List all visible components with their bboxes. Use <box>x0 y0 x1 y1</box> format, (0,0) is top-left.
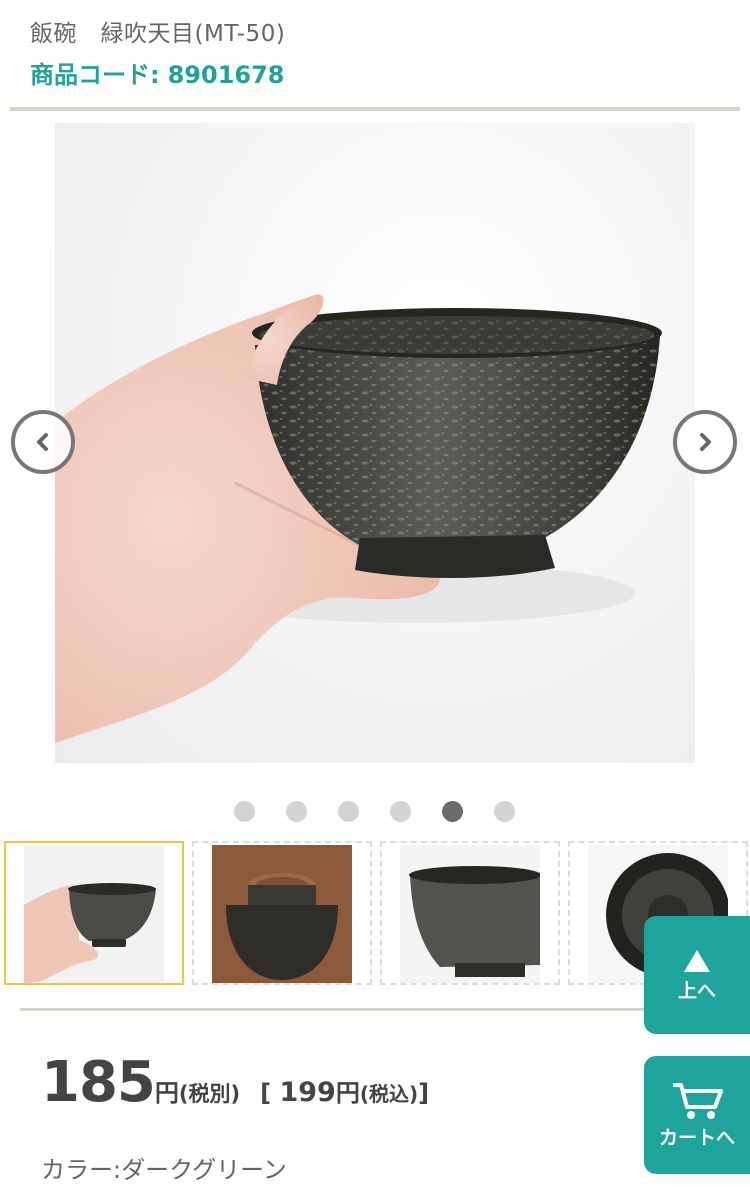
thumbnail-image <box>212 845 352 983</box>
cart-icon <box>673 1082 723 1119</box>
gallery-dot[interactable] <box>286 801 307 822</box>
price-incl-amount: 199 <box>279 1077 336 1108</box>
next-image-button[interactable] <box>673 410 737 474</box>
chevron-right-icon <box>700 433 711 451</box>
gallery-dot[interactable] <box>234 801 255 822</box>
price-incl-close: ] <box>418 1079 430 1107</box>
thumbnail-bowl-bottom[interactable] <box>192 841 372 985</box>
gallery-pagination <box>0 801 750 823</box>
thumbnail-hand-bowl[interactable] <box>4 841 184 985</box>
gallery-dot[interactable] <box>390 801 411 822</box>
price-incl-yen: 円 <box>335 1079 360 1107</box>
scroll-top-button[interactable]: 上へ <box>644 916 750 1034</box>
price-tax-incl: (税込) <box>359 1082 419 1106</box>
scroll-top-label: 上へ <box>677 979 716 1002</box>
price-incl-open: [ <box>260 1079 280 1107</box>
go-to-cart-label: カートへ <box>658 1126 735 1149</box>
triangle-up-icon <box>684 949 710 972</box>
product-code-value: 8901678 <box>167 61 285 89</box>
gallery-dot[interactable] <box>494 801 515 822</box>
color-info: カラー:ダークグリーン <box>41 1156 287 1184</box>
gallery-dot[interactable] <box>338 801 359 822</box>
chevron-left-icon <box>37 433 48 451</box>
main-product-photo[interactable] <box>55 123 695 763</box>
thumbnail-image <box>400 845 540 983</box>
product-code: 商品コード: 8901678 <box>30 55 285 90</box>
product-code-label: 商品コード: <box>30 61 160 89</box>
price-amount: 185 <box>41 1050 156 1115</box>
gallery-dot-active[interactable] <box>442 801 463 822</box>
divider <box>10 107 740 111</box>
price-tax-excl: (税別) <box>178 1082 241 1106</box>
prev-image-button[interactable] <box>11 410 75 474</box>
go-to-cart-button[interactable]: カートへ <box>644 1056 750 1174</box>
thumbnail-image <box>24 845 164 983</box>
divider <box>20 1008 750 1011</box>
thumbnail-bowl-side[interactable] <box>380 841 560 985</box>
price-yen: 円 <box>154 1079 179 1107</box>
product-title: 飯碗 緑吹天目(MT-50) <box>30 21 286 47</box>
price: 185円(税別)[ 199円(税込)] <box>41 1050 429 1115</box>
product-page: 飯碗 緑吹天目(MT-50) 商品コード: 8901678 185円(税別) [… <box>0 0 750 1197</box>
